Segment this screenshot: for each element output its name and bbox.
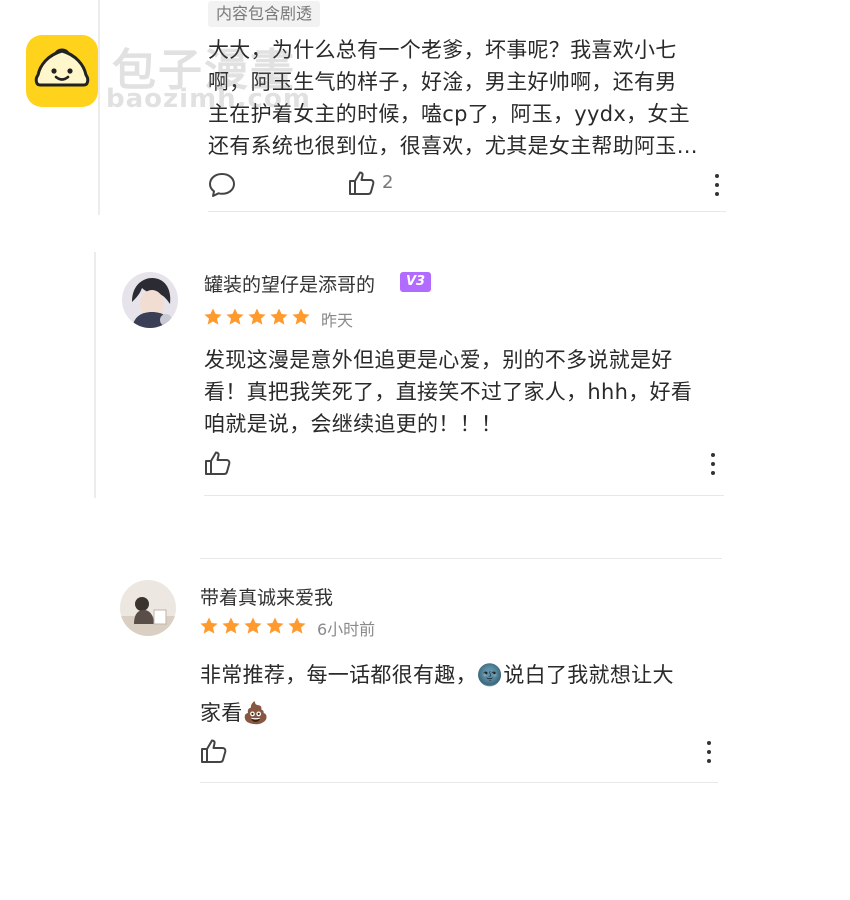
divider [200,558,722,559]
more-icon[interactable] [706,741,712,765]
star-icon [288,617,306,634]
watermark-url: baozimh.com [106,84,311,114]
comment-line: 咱就是说，会继续追更的！！！ [204,412,503,436]
comment-line: 发现这漫是意外但追更是心爱，别的不多说就是好 [204,348,673,372]
rating-stars [199,616,307,636]
star-icon [270,308,288,325]
comment-time: 昨天 [321,311,354,330]
bun-icon [34,48,90,87]
comment-line: 非常推荐，每一话都很有趣，🌚说白了我就想让大 [200,663,674,687]
comment-line: 还有系统也很到位，很喜欢，尤其是女主帮助阿玉… [208,134,698,158]
star-icon [248,308,266,325]
comment-body: 发现这漫是意外但追更是心爱，别的不多说就是好 看！真把我笑死了，直接笑不过了家人… [204,344,692,440]
star-icon [266,617,284,634]
comment-icon[interactable] [208,172,236,198]
avatar[interactable] [120,580,176,636]
level-badge: V3 [400,272,432,292]
star-icon [204,308,222,325]
left-edge-line [98,0,100,215]
comment-time: 6小时前 [317,620,376,639]
rating-stars [203,307,311,327]
spoiler-tag: 内容包含剧透 [208,1,321,27]
star-icon [222,617,240,634]
username[interactable]: 带着真诚来爱我 [200,583,333,610]
left-edge-line [94,252,96,498]
watermark-logo [26,35,98,107]
more-icon[interactable] [710,453,716,477]
avatar-image [120,580,176,636]
like-count: 2 [382,172,394,193]
divider [200,782,718,783]
star-icon [200,617,218,634]
star-icon [244,617,262,634]
comment-line: 家看💩 [200,701,270,725]
thumbs-up-icon[interactable] [204,450,232,476]
divider [208,211,726,212]
star-icon [292,308,310,325]
comment-body: 非常推荐，每一话都很有趣，🌚说白了我就想让大 家看💩 [200,656,674,732]
more-icon[interactable] [714,174,720,198]
username[interactable]: 罐装的望仔是添哥的 [204,270,375,297]
star-icon [226,308,244,325]
divider [204,495,724,496]
avatar-image [122,272,178,328]
avatar[interactable] [122,272,178,328]
comment-line: 看！真把我笑死了，直接笑不过了家人，hhh，好看 [204,380,693,404]
thumbs-up-icon[interactable] [348,170,376,196]
thumbs-up-icon[interactable] [200,738,228,764]
